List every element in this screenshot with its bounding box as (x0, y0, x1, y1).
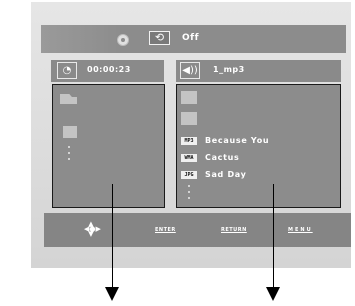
mp3-file-icon: MP3 (181, 137, 197, 145)
ellipsis-dot (68, 152, 70, 154)
repeat-icon[interactable]: ⟲ (149, 31, 170, 45)
return-button[interactable]: RETURN (221, 226, 247, 234)
ellipsis-dot (188, 185, 190, 187)
ellipsis-dot (188, 191, 190, 193)
current-track: 1_mp3 (213, 65, 245, 74)
pointer-arrow-line (273, 184, 274, 289)
file-name[interactable]: Because You (205, 136, 269, 146)
folder-icon[interactable] (181, 91, 197, 104)
top-bar-gradient (41, 25, 124, 53)
folder-icon[interactable] (63, 126, 77, 138)
pointer-arrow-line (112, 184, 113, 289)
repeat-value[interactable]: Off (182, 31, 199, 45)
folder-icon[interactable] (181, 112, 197, 125)
wma-file-icon: WMA (181, 154, 197, 162)
jpg-file-icon: JPG (181, 171, 197, 179)
ellipsis-dot (188, 197, 190, 199)
file-name[interactable]: Sad Day (205, 170, 247, 180)
ellipsis-dot (68, 158, 70, 160)
speaker-icon: ◀)) (180, 62, 200, 79)
ellipsis-dot (68, 146, 70, 148)
navigation-icon: ▲ ◀●▶ ▼ (84, 220, 101, 238)
enter-button[interactable]: ENTER (155, 226, 176, 234)
pointer-arrow-head (266, 287, 280, 301)
right-header (176, 60, 341, 82)
file-name[interactable]: Cactus (205, 153, 240, 163)
elapsed-time: 00:00:23 (87, 65, 131, 74)
file-list[interactable] (176, 84, 341, 208)
menu-button[interactable]: MENU (288, 226, 313, 234)
disc-icon[interactable] (117, 34, 129, 46)
clock-icon: ◔ (57, 62, 77, 79)
pointer-arrow-head (105, 287, 119, 301)
